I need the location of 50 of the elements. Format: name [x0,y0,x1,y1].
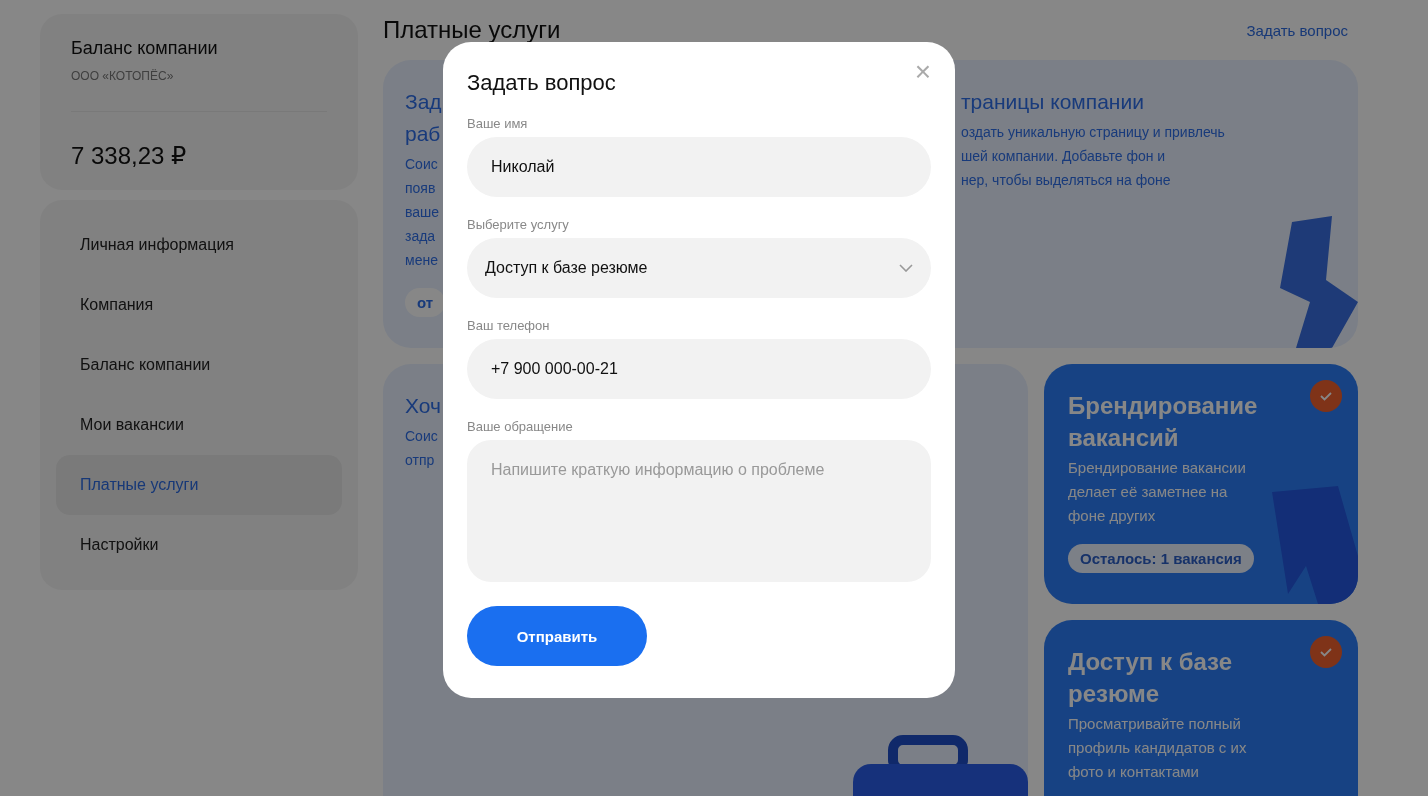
card-description: нер, чтобы выделяться на фоне [961,171,1171,190]
sidebar-item[interactable]: Мои вакансии [56,395,342,455]
card-title: Хоч [405,393,441,419]
input-field[interactable]: +7 900 000-00-21 [467,339,931,399]
company-name: ООО «КОТОПЁС» [71,69,175,83]
card-description: делает её заметнее на [1068,482,1228,502]
field-label: Ваш телефон [467,318,551,333]
card-description: Соис [405,155,438,174]
card-description: шей компании. Добавьте фон и [961,147,1166,166]
card-description: появ [405,179,436,198]
card-title: Брендирование [1068,391,1258,421]
submit-button[interactable]: Отправить [467,606,647,666]
card-description: оздать уникальную страницу и привлечь [961,123,1225,142]
card-description: Брендирование вакансии [1068,458,1246,478]
price-chip: от [405,288,446,317]
service-card[interactable]: Доступ к базе резюме Просматривайте полный профиль кандидатов с их фото и контактами [1044,620,1358,796]
card-description: Соис [405,427,438,446]
card-title: вакансий [1068,423,1179,453]
field-label: Ваше обращение [467,419,574,434]
service-card[interactable]: Брендирование вакансий Брендирование вакансии делает её заметнее на фоне других Осталось: 1 вакансия [1044,364,1358,604]
card-description: зада [405,227,436,246]
sidebar-item[interactable]: Личная информация [56,215,342,275]
card-description: профиль кандидатов с их [1068,738,1247,758]
price-chip: Осталось: 1 вакансия [1068,544,1254,573]
card-description: Просматривайте полный [1068,714,1241,734]
sidebar-item[interactable]: Настройки [56,515,342,575]
chevron-down-icon [899,264,913,272]
balance-title: Баланс компании [71,38,219,59]
field-label: Ваше имя [467,116,529,131]
card-title: траницы компании [961,89,1144,115]
input-field[interactable]: Николай [467,137,931,197]
card-title: раб [405,121,441,147]
service-dropdown[interactable]: Доступ к базе резюме [467,238,931,298]
sidebar-item[interactable]: Платные услуги [56,455,342,515]
card-description: мене [405,251,438,270]
ask-question-link[interactable]: Задать вопрос [1246,21,1348,39]
sidebar-item[interactable]: Баланс компании [56,335,342,395]
message-textarea[interactable]: Напишите краткую информацию о проблеме [467,440,931,582]
card-description: фото и контактами [1068,762,1199,782]
page-title: Платные услуги [383,16,561,44]
card-title: резюме [1068,679,1160,709]
dialog-title: Задать вопрос [467,70,616,96]
balance-amount: 7 338,23 ₽ [71,142,188,170]
card-description: отпр [405,451,435,470]
card-description: ваше [405,203,440,222]
card-title: Доступ к базе [1068,647,1233,677]
field-label: Выберите услугу [467,217,570,232]
sidebar-item[interactable]: Компания [56,275,342,335]
card-title: Зад [405,89,442,115]
card-description: фоне других [1068,506,1156,526]
